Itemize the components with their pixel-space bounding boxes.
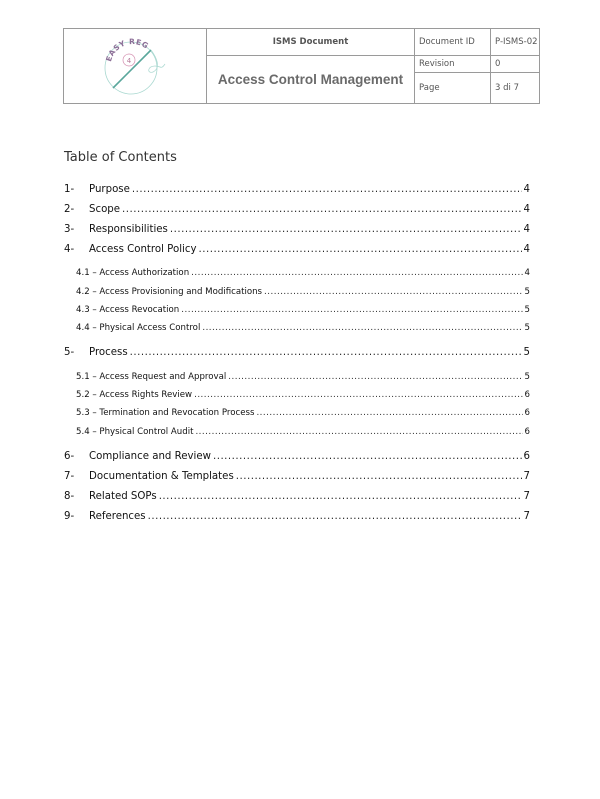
- toc-entry[interactable]: 7- Documentation & Templates 7: [64, 471, 530, 482]
- toc-entry[interactable]: 4.3 – Access Revocation 5: [64, 305, 530, 315]
- toc-entry-title[interactable]: Process: [89, 347, 128, 358]
- toc-dot-leader: [191, 268, 522, 278]
- toc-entry-number: 3-: [64, 224, 75, 235]
- toc-entry-title[interactable]: 5.1 – Access Request and Approval: [76, 372, 226, 382]
- toc-dot-leader: [170, 224, 522, 235]
- toc-entry-title[interactable]: Responsibilities: [89, 224, 168, 235]
- toc-entry[interactable]: 1- Purpose 4: [64, 184, 530, 195]
- toc-entry-number: 1-: [64, 184, 75, 195]
- toc-entry[interactable]: 2- Scope 4: [64, 204, 530, 215]
- toc-entry-page: 4: [523, 224, 530, 235]
- toc-entry-title[interactable]: References: [89, 511, 146, 522]
- easy-reg-logo-icon: EASY REG 4: [64, 34, 206, 98]
- toc-dot-leader: [213, 451, 522, 462]
- toc-entry-title[interactable]: 5.2 – Access Rights Review: [76, 390, 192, 400]
- toc-entry-page: 4: [523, 184, 530, 195]
- toc-entry[interactable]: 8- Related SOPs 7: [64, 491, 530, 502]
- toc-entry-page: 5: [524, 305, 530, 315]
- toc-entry[interactable]: 4.2 – Access Provisioning and Modificati…: [64, 287, 530, 297]
- toc-entry-title[interactable]: 4.2 – Access Provisioning and Modificati…: [76, 287, 262, 297]
- toc-entry-title[interactable]: 4.1 – Access Authorization: [76, 268, 189, 278]
- toc-dot-leader: [256, 408, 522, 418]
- toc-entry-page: 6: [524, 408, 530, 418]
- toc-entry[interactable]: 5.1 – Access Request and Approval 5: [64, 372, 530, 382]
- toc-entry-number: 2-: [64, 204, 75, 215]
- toc-entry-title[interactable]: 4.3 – Access Revocation: [76, 305, 179, 315]
- toc-entry-page: 4: [524, 268, 530, 278]
- toc-entry-title[interactable]: 5.4 – Physical Control Audit: [76, 427, 193, 437]
- toc-dot-leader: [181, 305, 522, 315]
- toc-entry-page: 6: [524, 390, 530, 400]
- toc-dot-leader: [264, 287, 522, 297]
- logo-cell: EASY REG 4: [63, 28, 207, 104]
- toc-entry[interactable]: 3- Responsibilities 4: [64, 224, 530, 235]
- toc-dot-leader: [198, 244, 521, 255]
- toc-entry-title[interactable]: Documentation & Templates: [89, 471, 234, 482]
- toc-entry-page: 5: [523, 347, 530, 358]
- toc-dot-leader: [228, 372, 522, 382]
- toc-entry-title[interactable]: Scope: [89, 204, 120, 215]
- toc-entry-title[interactable]: Related SOPs: [89, 491, 157, 502]
- document-header-table: EASY REG 4 ISMS Document Document ID P-I…: [63, 28, 540, 104]
- toc-entry-page: 6: [523, 451, 530, 462]
- doc-type-label: ISMS Document: [206, 28, 415, 56]
- toc-entry[interactable]: 5.3 – Termination and Revocation Process…: [64, 408, 530, 418]
- toc-entry-page: 7: [523, 491, 530, 502]
- toc-entry-title[interactable]: 4.4 – Physical Access Control: [76, 323, 200, 333]
- toc-entry-number: 8-: [64, 491, 75, 502]
- toc-entry[interactable]: 4.1 – Access Authorization 4: [64, 268, 530, 278]
- toc-dot-leader: [132, 184, 522, 195]
- toc-entry[interactable]: 4- Access Control Policy 4: [64, 244, 530, 255]
- toc-entry-page: 4: [523, 204, 530, 215]
- toc-entry[interactable]: 5.4 – Physical Control Audit 6: [64, 427, 530, 437]
- toc-dot-leader: [194, 390, 522, 400]
- toc-dot-leader: [195, 427, 522, 437]
- toc-entry[interactable]: 4.4 – Physical Access Control 5: [64, 323, 530, 333]
- toc-entry-page: 7: [523, 471, 530, 482]
- toc-title: Table of Contents: [64, 150, 177, 165]
- toc-entry[interactable]: 5.2 – Access Rights Review 6: [64, 390, 530, 400]
- document-id-label: Document ID: [414, 28, 491, 56]
- toc-entry-page: 4: [523, 244, 530, 255]
- toc-entry-number: 5-: [64, 347, 75, 358]
- toc-entry[interactable]: 9- References 7: [64, 511, 530, 522]
- svg-text:4: 4: [127, 57, 132, 65]
- page-label: Page: [414, 72, 491, 104]
- toc-entry-number: 6-: [64, 451, 75, 462]
- toc-dot-leader: [202, 323, 522, 333]
- toc-entry[interactable]: 6- Compliance and Review 6: [64, 451, 530, 462]
- toc-dot-leader: [148, 511, 522, 522]
- toc-entry-page: 7: [523, 511, 530, 522]
- toc-entry-title[interactable]: 5.3 – Termination and Revocation Process: [76, 408, 254, 418]
- page-value: 3 di 7: [490, 72, 540, 104]
- toc-entry-page: 5: [524, 323, 530, 333]
- toc-entry[interactable]: 5- Process 5: [64, 347, 530, 358]
- toc-entry-title[interactable]: Purpose: [89, 184, 130, 195]
- doc-title: Access Control Management: [206, 55, 415, 104]
- document-id-value: P-ISMS-02: [490, 28, 540, 56]
- toc-dot-leader: [122, 204, 521, 215]
- toc-entry-number: 7-: [64, 471, 75, 482]
- toc-entry-page: 5: [524, 287, 530, 297]
- toc-entry-page: 6: [524, 427, 530, 437]
- toc-dot-leader: [130, 347, 522, 358]
- revision-label: Revision: [414, 55, 491, 73]
- toc-entry-title[interactable]: Compliance and Review: [89, 451, 211, 462]
- toc-entry-number: 9-: [64, 511, 75, 522]
- toc-dot-leader: [159, 491, 522, 502]
- toc-entry-title[interactable]: Access Control Policy: [89, 244, 196, 255]
- revision-value: 0: [490, 55, 540, 73]
- toc-dot-leader: [236, 471, 522, 482]
- toc-entry-number: 4-: [64, 244, 75, 255]
- toc-entry-page: 5: [524, 372, 530, 382]
